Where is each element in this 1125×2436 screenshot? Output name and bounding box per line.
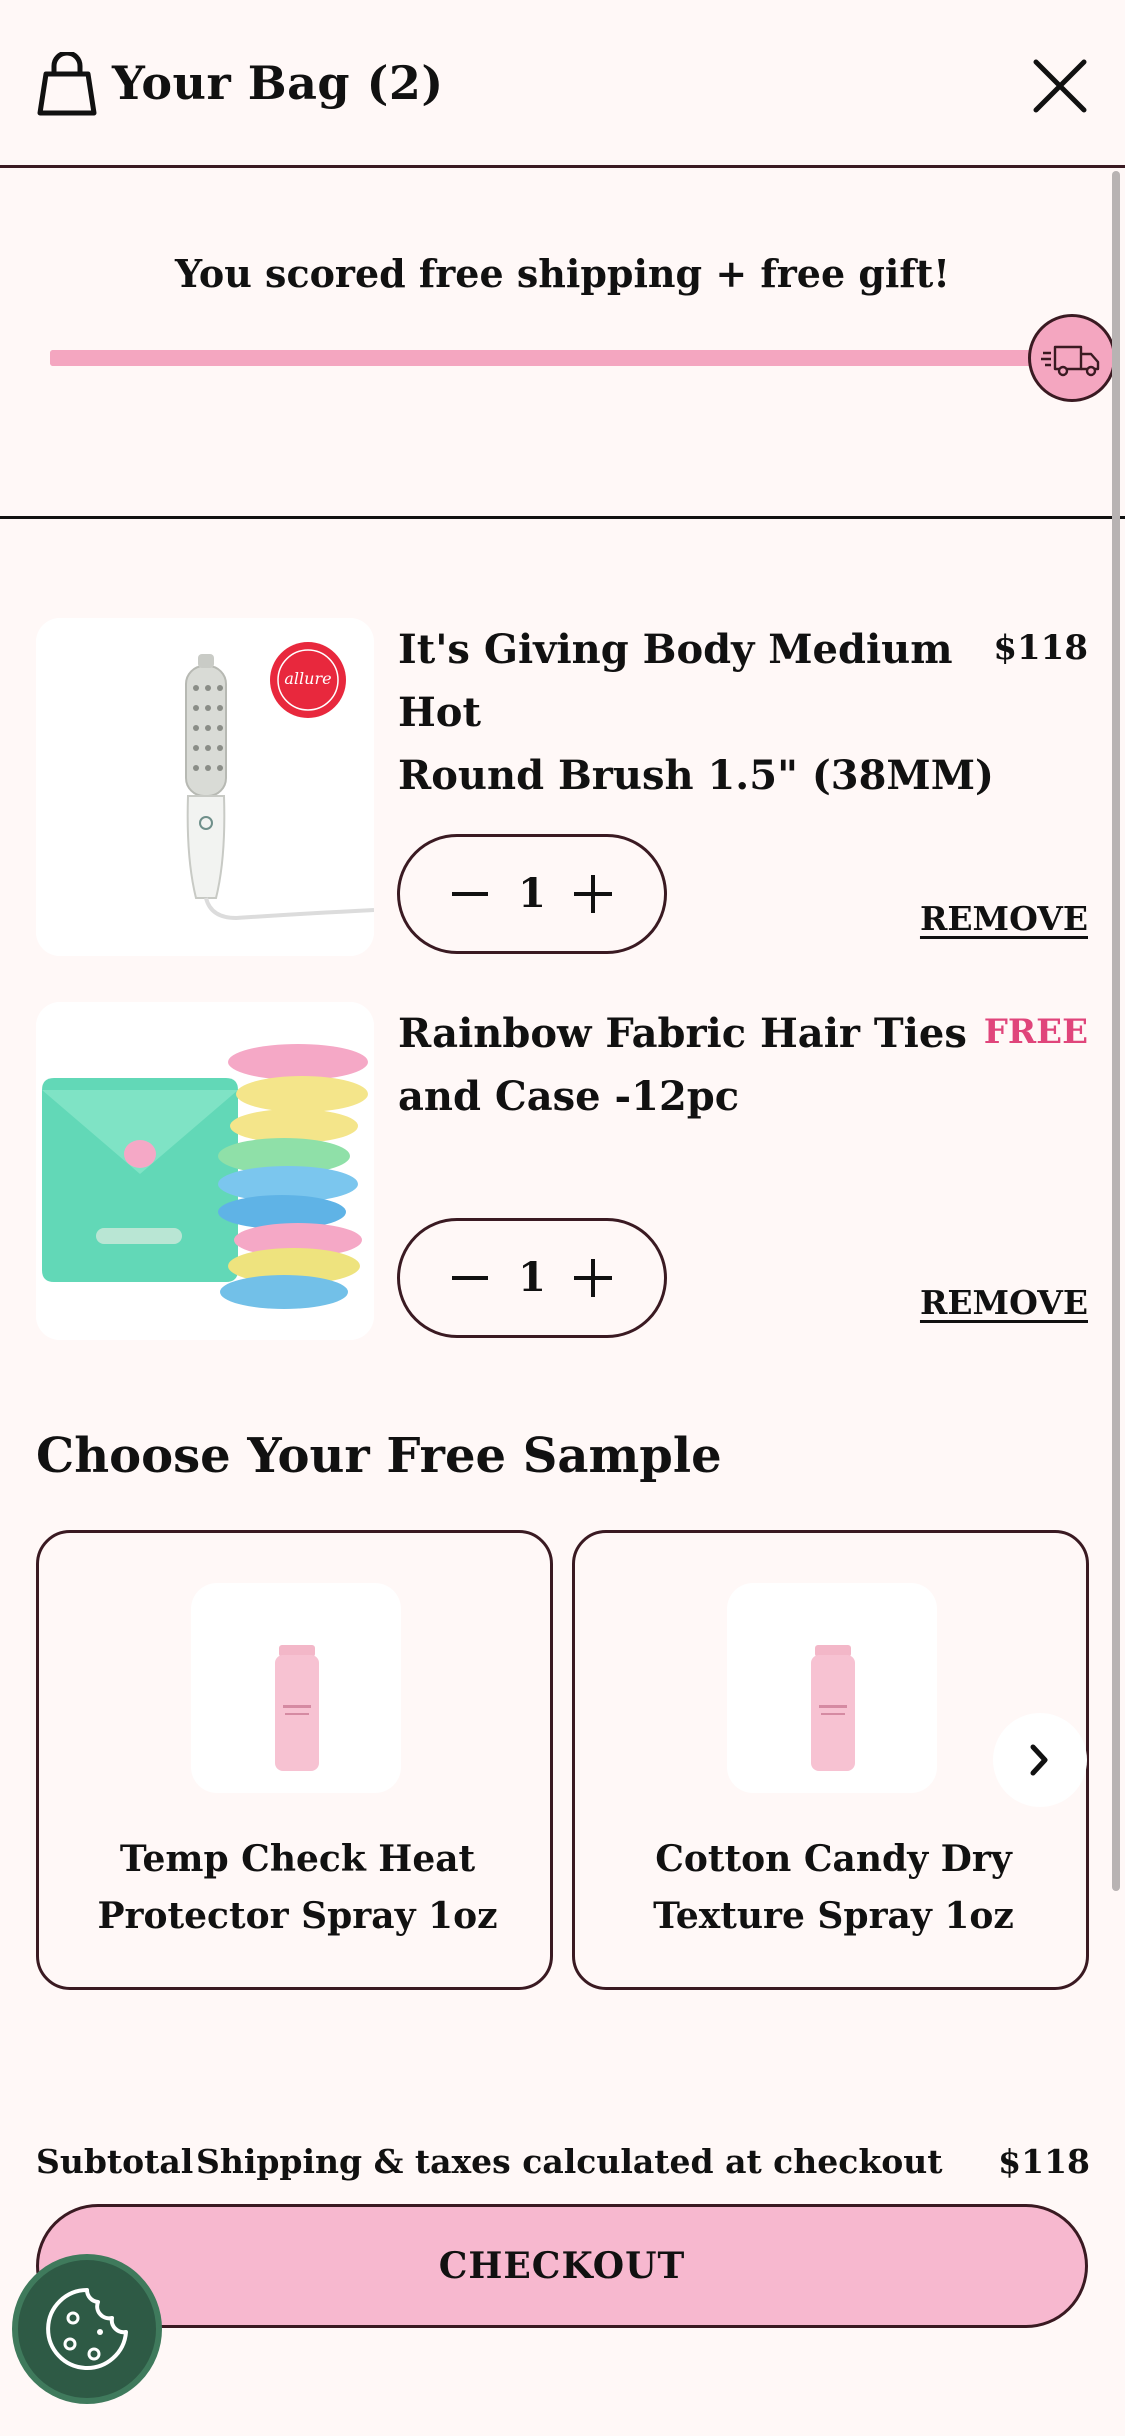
allure-badge-text: allure bbox=[284, 669, 331, 688]
increase-quantity-button[interactable] bbox=[574, 837, 664, 951]
quantity-value: 1 bbox=[518, 870, 546, 917]
remove-item-button[interactable]: REMOVE bbox=[888, 899, 1088, 938]
checkout-button[interactable]: CHECKOUT bbox=[36, 2204, 1088, 2328]
remove-item-button[interactable]: REMOVE bbox=[888, 1283, 1088, 1322]
free-shipping-message: You scored free shipping + free gift! bbox=[175, 251, 950, 296]
product-name[interactable]: It's Giving Body Medium Hot Round Brush … bbox=[398, 618, 1008, 807]
shipping-progress-fill bbox=[50, 350, 1070, 366]
shopping-bag-icon bbox=[37, 52, 97, 116]
product-name[interactable]: Rainbow Fabric Hair Ties and Case -12pc bbox=[398, 1002, 1008, 1128]
sample-name: Cotton Candy Dry Texture Spray 1oz bbox=[595, 1831, 1072, 1945]
product-image-rainbow-hair-ties[interactable] bbox=[36, 1002, 374, 1340]
subtotal-amount: $118 bbox=[998, 2142, 1090, 2181]
free-sample-heading: Choose Your Free Sample bbox=[36, 1428, 722, 1484]
quantity-stepper: 1 bbox=[397, 834, 667, 954]
sample-name-line: Protector Spray 1oz bbox=[97, 1895, 498, 1937]
quantity-stepper: 1 bbox=[397, 1218, 667, 1338]
sample-image bbox=[727, 1583, 937, 1793]
product-name-line: and Case -12pc bbox=[398, 1073, 740, 1120]
shipping-progress-bar bbox=[50, 350, 1070, 366]
sample-image bbox=[191, 1583, 401, 1793]
product-price: $118 bbox=[993, 628, 1088, 668]
cart-footer: Subtotal Shipping & taxes calculated at … bbox=[0, 2100, 1125, 2436]
chevron-right-icon[interactable] bbox=[993, 1713, 1087, 1807]
scrollbar[interactable] bbox=[1112, 171, 1120, 1891]
increase-quantity-button[interactable] bbox=[574, 1221, 664, 1335]
product-image-hot-round-brush[interactable]: allure bbox=[36, 618, 374, 956]
sample-name-line: Temp Check Heat bbox=[119, 1838, 476, 1880]
cart-title: Your Bag (2) bbox=[112, 56, 444, 110]
product-name-line: Rainbow Fabric Hair Ties bbox=[398, 1010, 967, 1057]
cart-item: allure It's Giving Body Medium Hot Round… bbox=[0, 600, 1100, 970]
sample-name-line: Texture Spray 1oz bbox=[653, 1895, 1014, 1937]
sample-card[interactable]: Temp Check Heat Protector Spray 1oz bbox=[36, 1530, 553, 1990]
product-price-free: FREE bbox=[983, 1012, 1088, 1052]
cookie-icon[interactable] bbox=[12, 2254, 162, 2404]
sample-name: Temp Check Heat Protector Spray 1oz bbox=[59, 1831, 536, 1945]
free-shipping-banner: You scored free shipping + free gift! bbox=[0, 171, 1125, 519]
product-name-line: Round Brush 1.5" (38MM) bbox=[398, 752, 994, 799]
quantity-value: 1 bbox=[518, 1254, 546, 1301]
product-name-line: It's Giving Body Medium Hot bbox=[398, 626, 953, 736]
shipping-taxes-note: Shipping & taxes calculated at checkout bbox=[196, 2142, 943, 2181]
subtotal-label: Subtotal bbox=[36, 2142, 194, 2181]
decrease-quantity-button[interactable] bbox=[400, 837, 490, 951]
decrease-quantity-button[interactable] bbox=[400, 1221, 490, 1335]
delivery-truck-icon bbox=[1028, 314, 1116, 402]
cart-header: Your Bag (2) bbox=[0, 0, 1125, 168]
sample-name-line: Cotton Candy Dry bbox=[655, 1838, 1012, 1880]
cart-item: Rainbow Fabric Hair Ties and Case -12pc … bbox=[0, 984, 1100, 1354]
close-icon[interactable] bbox=[1030, 56, 1090, 116]
